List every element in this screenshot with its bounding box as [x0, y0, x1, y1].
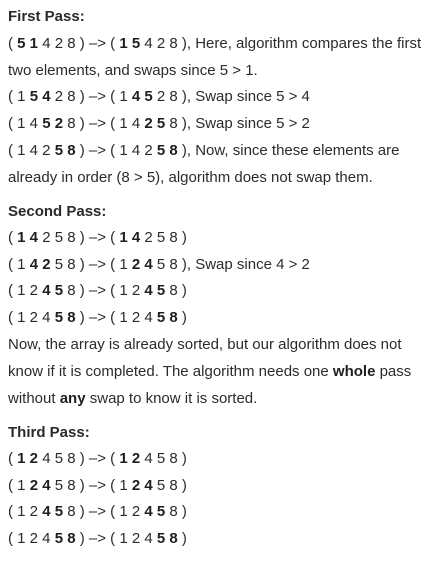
- second-pass-step-2: ( 1 4 2 5 8 ) –> ( 1 2 4 5 8 ), Swap sin…: [8, 255, 310, 273]
- third-pass-step-3: ( 1 2 4 5 8 ) –> ( 1 2 4 5 8 ): [8, 503, 187, 520]
- third-pass-section: Third Pass: ( 1 2 4 5 8 ) –> ( 1 2 4 5 8…: [8, 420, 438, 552]
- third-pass-step-4: ( 1 2 4 5 8 ) –> ( 1 2 4 5 8 ): [8, 529, 187, 547]
- second-pass-step-3: ( 1 2 4 5 8 ) –> ( 1 2 4 5 8 ): [8, 282, 187, 299]
- first-pass-step-4: ( 1 4 2 5 8 ) –> ( 1 4 2 5 8 ), Now, sin…: [8, 142, 400, 186]
- second-pass-note: Now, the array is already sorted, but ou…: [8, 336, 412, 407]
- second-pass-section: Second Pass: ( 1 4 2 5 8 ) –> ( 1 4 2 5 …: [8, 199, 438, 412]
- first-pass-step-2: ( 1 5 4 2 8 ) –> ( 1 4 5 2 8 ), Swap sin…: [8, 88, 310, 105]
- second-pass-step-1: ( 1 4 2 5 8 ) –> ( 1 4 2 5 8 ): [8, 229, 187, 246]
- third-pass-step-2: ( 1 2 4 5 8 ) –> ( 1 2 4 5 8 ): [8, 476, 187, 494]
- bubble-sort-passes-document: First Pass: ( 5 1 4 2 8 ) –> ( 1 5 4 2 8…: [0, 0, 446, 552]
- second-pass-heading: Second Pass:: [8, 203, 107, 220]
- first-pass-section: First Pass: ( 5 1 4 2 8 ) –> ( 1 5 4 2 8…: [8, 4, 438, 191]
- first-pass-step-1: ( 5 1 4 2 8 ) –> ( 1 5 4 2 8 ), Here, al…: [8, 35, 422, 79]
- first-pass-heading: First Pass:: [8, 8, 85, 25]
- third-pass-heading: Third Pass:: [8, 424, 90, 441]
- first-pass-step-3: ( 1 4 5 2 8 ) –> ( 1 4 2 5 8 ), Swap sin…: [8, 114, 310, 132]
- second-pass-step-4: ( 1 2 4 5 8 ) –> ( 1 2 4 5 8 ): [8, 308, 187, 326]
- third-pass-step-1: ( 1 2 4 5 8 ) –> ( 1 2 4 5 8 ): [8, 450, 187, 467]
